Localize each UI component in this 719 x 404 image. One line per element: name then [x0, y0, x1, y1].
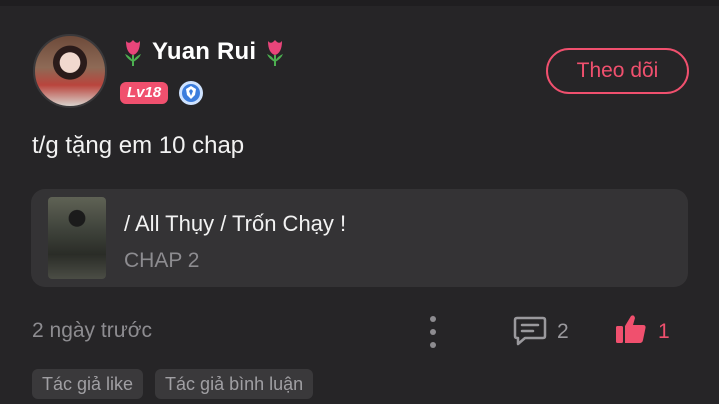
manga-title[interactable]: / All Thụy / Trốn Chạy !: [124, 211, 346, 237]
tag-author-like: Tác giả like: [32, 369, 144, 399]
manga-cover[interactable]: [48, 197, 106, 279]
like-count: 1: [658, 320, 670, 343]
comment-text: t/g tặng em 10 chap: [32, 132, 245, 159]
comment-count: 2: [557, 320, 569, 343]
tulip-icon: [125, 40, 141, 66]
tulip-icon: [267, 40, 284, 66]
user-badges: Lv18: [120, 80, 204, 106]
comment-time: 2 ngày trước: [32, 319, 153, 342]
tag-list: Tác giả like Tác giả bình luận: [32, 369, 314, 399]
user-name-row: Yuan Rui: [120, 34, 288, 70]
shield-badge-icon: [179, 81, 204, 105]
top-divider: [0, 0, 719, 6]
comment-icon[interactable]: [513, 314, 547, 346]
tag-author-comment: Tác giả bình luận: [155, 369, 314, 399]
level-badge: Lv18: [120, 82, 169, 104]
manga-chapter: CHAP 2: [124, 249, 200, 272]
follow-button[interactable]: Theo dõi: [546, 48, 689, 94]
thumbs-up-icon[interactable]: [614, 312, 648, 346]
avatar[interactable]: [33, 34, 107, 108]
more-options-icon[interactable]: [428, 316, 438, 348]
user-name[interactable]: Yuan Rui: [152, 38, 256, 66]
